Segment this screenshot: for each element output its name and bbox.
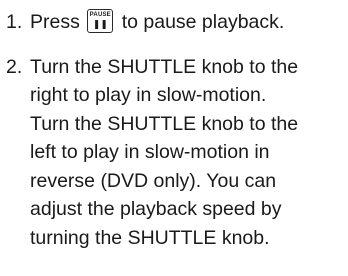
step-number: 2. bbox=[6, 55, 23, 78]
step-line: adjust the playback speed by bbox=[30, 198, 282, 220]
step-text: Press bbox=[30, 11, 80, 33]
pause-key-icon: PAUSE ❚❚ bbox=[87, 9, 114, 33]
pause-key-label: PAUSE bbox=[89, 12, 111, 18]
step-line: turning the SHUTTLE knob. bbox=[30, 226, 270, 249]
step-2: 2. Turn the SHUTTLE knob to the right to… bbox=[6, 53, 342, 253]
pause-icon: ❚❚ bbox=[92, 20, 108, 30]
step-line: Turn the SHUTTLE knob to the bbox=[30, 55, 299, 78]
step-line: right to play in slow-motion. bbox=[30, 84, 267, 106]
step-line: reverse (DVD only). You can bbox=[30, 169, 277, 192]
step-text: to pause playback. bbox=[121, 11, 285, 33]
step-1: 1. Press PAUSE ❚❚ to pause playback. bbox=[6, 8, 342, 37]
step-line: left to play in slow-motion in bbox=[30, 141, 270, 163]
instruction-steps: 1. Press PAUSE ❚❚ to pause playback. 2. T… bbox=[6, 8, 342, 252]
step-line: Turn the SHUTTLE knob to the bbox=[30, 112, 299, 135]
step-line: Press PAUSE ❚❚ to pause playback. bbox=[30, 8, 342, 37]
step-number: 1. bbox=[6, 11, 23, 33]
